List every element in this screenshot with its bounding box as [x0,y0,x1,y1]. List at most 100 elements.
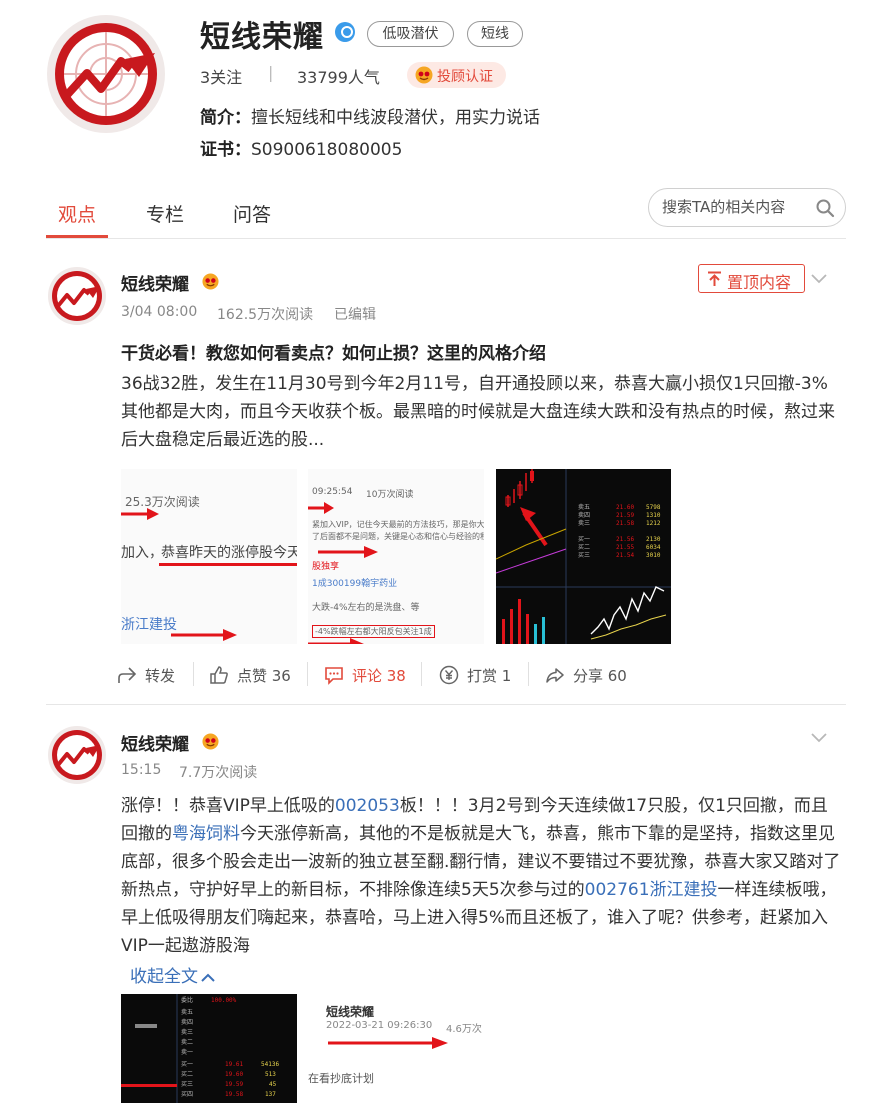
post-edited: 已编辑 [334,307,376,323]
post-image[interactable]: 25.3万次阅读 加入， 恭喜昨天的涨停股今天最高 浙江建投 [121,469,297,644]
svg-text:21.54: 21.54 [616,552,634,559]
avatar[interactable] [47,15,165,133]
comment-button[interactable]: 评论 38 [324,664,414,686]
profile-intro: 简介：擅长短线和中线波段潜伏，用实力说话 [200,103,540,128]
image-text: 浙江建投 [121,617,177,633]
post-author-name[interactable]: 短线荣耀 [121,270,189,295]
advisor-certified-badge: 投顾认证 [407,62,506,88]
search-input[interactable] [662,198,812,216]
red-arrow-icon [121,508,159,520]
svg-text:19.59: 19.59 [225,1081,243,1088]
search-box[interactable] [648,188,846,227]
like-button[interactable]: 点赞 36 [209,664,299,686]
post-reads: 162.5万次阅读 [217,307,314,323]
cert-label: 证书： [200,140,251,160]
red-arrow-icon [308,638,364,644]
emoji-badge-icon [202,273,219,290]
svg-text:3010: 3010 [646,552,661,559]
svg-text:137: 137 [265,1091,276,1098]
svg-text:1212: 1212 [646,520,661,527]
svg-text:21.55: 21.55 [616,544,634,551]
image-text: 09:25:54 [312,487,353,497]
svg-text:买一: 买一 [181,1060,193,1068]
svg-text:买二: 买二 [181,1070,193,1078]
svg-text:卖四: 卖四 [578,512,590,519]
post-body[interactable]: 36战32胜，发生在11月30号到今年2月11号，自开通投顾以来，恭喜大赢小损仅… [121,370,843,454]
profile-tag-low-buy[interactable]: 低吸潜伏 [367,21,454,47]
post-time: 15:15 [121,762,162,778]
svg-text:卖三: 卖三 [578,520,590,527]
svg-text:19.61: 19.61 [225,1061,243,1068]
follow-count[interactable]: 3关注 [200,64,242,88]
post-image[interactable]: 09:25:54 10万次阅读 紧加入VIP，记住今天最前的方法技巧，那是你大赢… [308,469,484,644]
emoji-badge-icon [202,733,219,750]
profile-tag-short-term[interactable]: 短线 [467,21,523,47]
advisor-badge-label: 投顾认证 [437,69,493,85]
share-button[interactable]: 分享 60 [545,664,630,686]
image-text: 10万次阅读 [366,490,414,500]
svg-text:买三: 买三 [181,1080,193,1088]
action-separator [421,662,422,686]
svg-text:卖五: 卖五 [578,504,590,511]
svg-text:21.60: 21.60 [616,504,634,511]
svg-text:买三: 买三 [578,551,590,559]
svg-text:买一: 买一 [578,535,590,543]
tab-divider [46,238,846,239]
svg-text:21.59: 21.59 [616,512,634,519]
red-underline [159,563,297,566]
forward-label: 转发 [145,667,176,685]
image-text: 股独享 [312,562,340,572]
post-body[interactable]: 涨停！！恭喜VIP早上低吸的002053板！！！3月2号到今天连续做17只股，仅… [121,792,843,960]
cert-number: S0900618080005 [251,140,403,160]
stock-link[interactable]: 002761浙江建投 [585,880,718,900]
image-text: 短线荣耀 [326,1005,375,1019]
profile-certificate: 证书：S0900618080005 [200,135,402,160]
image-text: 1成300199翰宇药业 [312,579,398,589]
svg-text:卖四: 卖四 [181,1019,193,1026]
action-separator [193,662,194,686]
post-image-stock-chart[interactable]: 21.6021.5921.58 21.5621.5521.54 57981310… [496,469,671,644]
verified-icon [335,22,355,42]
like-label: 点赞 36 [237,667,291,685]
share-label: 分享 60 [573,667,627,685]
post-image-quote-board[interactable]: 委比卖五卖四 卖三卖二卖一 买一买二买三买四 100.00% 19.61 19.6… [121,994,297,1103]
stock-link[interactable]: 002053 [335,796,400,816]
thumb-up-icon [210,666,228,684]
post-author-name[interactable]: 短线荣耀 [121,730,189,755]
profile-name: 短线荣耀 [200,20,324,55]
post-image[interactable]: 短线荣耀 2022-03-21 09:26:30 4.6万次 在看抄底计划 [308,994,484,1103]
post-reads: 7.7万次阅读 [179,765,258,781]
stock-link[interactable]: 粤海饲料 [172,824,240,844]
tab-opinions[interactable]: 观点 [58,200,96,227]
action-separator [528,662,529,686]
svg-text:513: 513 [265,1071,276,1078]
share-forward-icon [118,667,137,683]
post-title[interactable]: 干货必看！教您如何看卖点？如何止损？这里的风格介绍 [121,339,546,364]
image-text: 加入， [121,545,163,561]
yuan-reward-icon [439,665,459,685]
action-separator [307,662,308,686]
image-text: 2022-03-21 09:26:30 [326,1020,433,1031]
tab-columns[interactable]: 专栏 [146,200,184,227]
share-arrow-icon [546,668,564,683]
search-icon[interactable] [815,198,835,218]
chevron-down-icon[interactable] [811,274,827,284]
emoji-badge-icon [415,66,433,84]
red-arrow-icon [171,629,237,641]
svg-text:委比: 委比 [181,996,193,1004]
svg-text:5798: 5798 [646,504,661,511]
stat-separator: | [268,63,274,82]
reward-button[interactable]: 打赏 1 [439,664,519,686]
image-text: 紧加入VIP，记住今天最前的方法技巧，那是你大赢小损 [312,520,484,529]
forward-button[interactable]: 转发 [117,664,187,686]
comment-label: 评论 38 [352,667,406,685]
body-text: 涨停！！恭喜VIP早上低吸的 [121,796,335,816]
chevron-down-icon[interactable] [811,733,827,743]
collapse-label: 收起全文 [130,967,198,987]
post-author-avatar[interactable] [48,726,106,784]
collapse-button[interactable]: 收起全文 [130,962,215,987]
pin-top-icon [708,271,721,286]
post-time: 3/04 08:00 [121,304,198,320]
tab-qa[interactable]: 问答 [233,200,271,227]
post-author-avatar[interactable] [48,267,106,325]
